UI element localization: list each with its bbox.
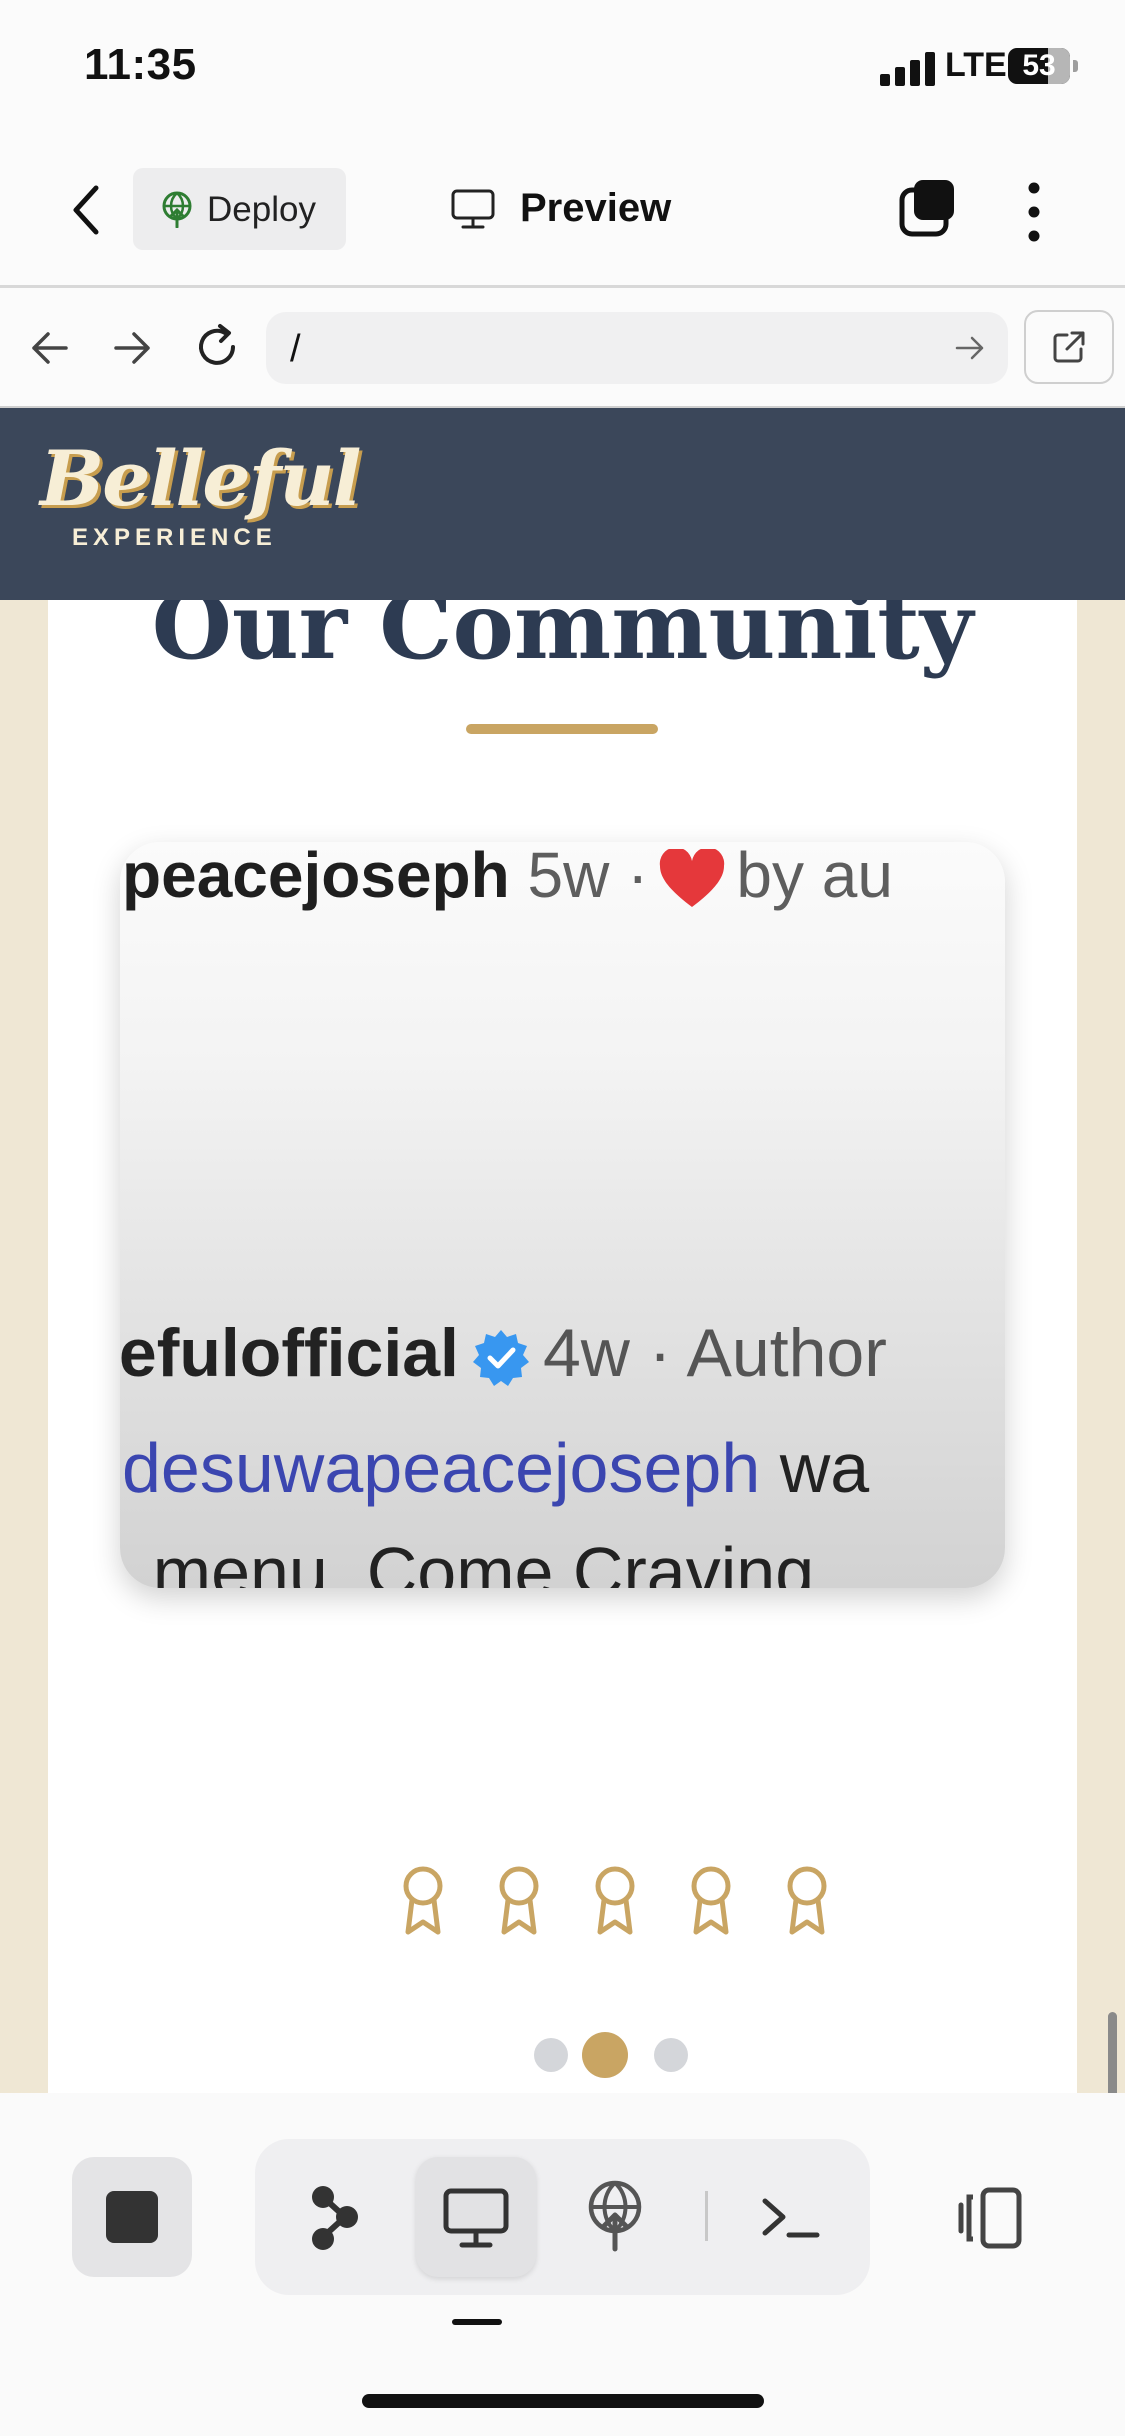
section-title: Our Community (151, 600, 974, 680)
stop-icon (106, 2191, 158, 2243)
carousel-dot[interactable] (534, 2038, 568, 2072)
logo-script: Belleful (40, 434, 362, 523)
side-panel-icon[interactable] (955, 2185, 1025, 2251)
battery-level: 53 (1022, 49, 1056, 82)
url-bar-row: / (0, 288, 1125, 409)
award-ribbon-icon (590, 1864, 640, 1936)
deploy-icon (162, 191, 192, 228)
status-time: 11:35 (84, 40, 197, 89)
post-line-4: · menu. Come Craving (120, 1533, 815, 1588)
post-line-1: peacejoseph 5w · by au (122, 842, 893, 912)
network-type: LTE (945, 46, 1007, 84)
reply-meta: 4w · Author (542, 1315, 887, 1391)
url-text: / (290, 328, 301, 370)
git-graph-button[interactable] (275, 2157, 395, 2277)
site-header: Belleful EXPERIENCE (0, 408, 1125, 600)
community-section: Our Community peacejoseph 5w · by au lef… (48, 600, 1077, 2093)
rating-ribbons (348, 1864, 827, 1940)
title-divider (466, 724, 658, 734)
community-post-card[interactable]: peacejoseph 5w · by au lefulofficial 4w … (120, 842, 1005, 1588)
terminal-icon (762, 2198, 820, 2238)
reload-icon[interactable] (192, 322, 242, 372)
git-graph-icon (312, 2186, 358, 2250)
deploy-view-button[interactable] (555, 2157, 675, 2277)
view-switcher (255, 2139, 870, 2295)
reply-text-tail: wa (760, 1429, 870, 1507)
deploy-button[interactable]: Deploy (133, 168, 346, 250)
status-bar: 11:35 LTE 53 (0, 0, 1125, 140)
award-ribbon-icon (686, 1864, 736, 1936)
url-input[interactable]: / (266, 312, 1008, 384)
toolbar-divider (705, 2191, 708, 2241)
open-external-button[interactable] (1024, 310, 1114, 384)
post-meta: 5w · (527, 842, 649, 911)
heart-icon (660, 849, 725, 908)
arrow-right-icon[interactable] (112, 328, 154, 368)
external-link-icon (1053, 331, 1085, 363)
monitor-icon (443, 2188, 509, 2248)
carousel-dots (482, 2028, 692, 2078)
post-liked-by: by au (736, 842, 893, 911)
award-ribbon-icon (398, 1864, 448, 1936)
post-line-3: desuwapeacejoseph wa (122, 1428, 869, 1508)
award-ribbon-icon (782, 1864, 832, 1936)
more-vertical-icon[interactable] (1024, 180, 1044, 244)
reply-mention[interactable]: desuwapeacejoseph (122, 1429, 760, 1507)
verified-badge-icon (472, 1330, 529, 1387)
tabs-icon[interactable] (898, 178, 958, 238)
preview-view-button[interactable] (416, 2157, 536, 2277)
page-content: Our Community peacejoseph 5w · by au lef… (0, 600, 1125, 2093)
deploy-label: Deploy (207, 190, 316, 229)
monitor-icon (451, 189, 495, 229)
arrow-left-icon[interactable] (28, 328, 70, 368)
signal-icon (880, 50, 936, 86)
deploy-icon (588, 2180, 642, 2252)
battery-icon: 53 (1008, 48, 1078, 84)
post-line-2: lefulofficial 4w · Author (120, 1314, 887, 1392)
scrollbar[interactable] (1108, 2012, 1117, 2093)
home-indicator[interactable] (362, 2394, 764, 2408)
terminal-button[interactable] (731, 2157, 851, 2277)
back-chevron-icon[interactable] (62, 180, 112, 240)
preview-label: Preview (520, 186, 672, 230)
stop-button[interactable] (72, 2157, 192, 2277)
post-username: peacejoseph (122, 842, 510, 911)
logo-subtitle: EXPERIENCE (72, 524, 277, 551)
go-arrow-icon[interactable] (954, 332, 986, 364)
award-ribbon-icon (494, 1864, 544, 1936)
reply-username: lefulofficial (120, 1315, 459, 1391)
app-top-bar: Deploy Preview (0, 140, 1125, 288)
active-indicator (452, 2319, 502, 2325)
carousel-dot[interactable] (654, 2038, 688, 2072)
bottom-toolbar (0, 2093, 1125, 2436)
carousel-dot[interactable] (582, 2032, 628, 2078)
